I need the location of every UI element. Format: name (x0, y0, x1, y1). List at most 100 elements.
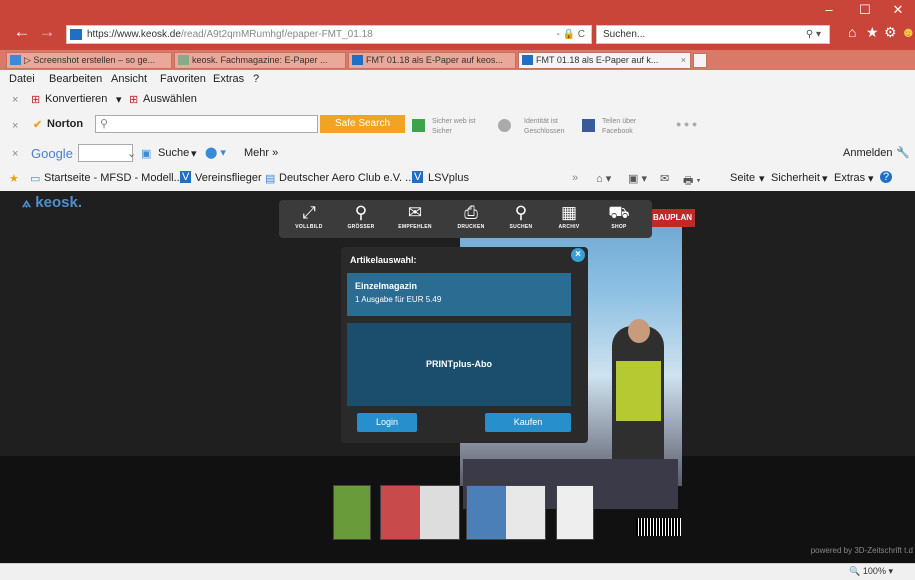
select-icon: ⊞ (129, 94, 139, 106)
thumbnail-page[interactable] (556, 485, 594, 540)
more-dots-icon[interactable]: ● ● ● (676, 119, 697, 129)
zoom-value: 100% (862, 566, 886, 576)
google-search-input[interactable] (78, 144, 133, 162)
tab-favicon-icon (522, 55, 533, 65)
magazine-banner: BAUPLAN (650, 209, 695, 227)
close-toolbar-icon[interactable]: × (12, 148, 18, 160)
chevron-down-icon[interactable]: ▾ (759, 172, 765, 185)
minimize-icon[interactable]: ‒ (814, 2, 844, 17)
menu-favoriten[interactable]: Favoriten (160, 73, 206, 85)
browser-search-input[interactable]: Suchen... ⚲ ▾ (596, 25, 830, 44)
menu-datei[interactable]: Datei (9, 73, 35, 85)
search-icon: ⚲ (100, 118, 109, 130)
convert-button[interactable]: Konvertieren (45, 93, 107, 105)
search-button[interactable]: ⚲ SUCHEN (501, 202, 541, 230)
keosk-toolbar: ⤢ VOLLBILD ⚲ GRÖSSER ✉ EMPFEHLEN ⎙ DRUCK… (279, 200, 652, 238)
forward-arrow-icon[interactable]: → (37, 22, 57, 42)
facebook-icon[interactable] (582, 119, 595, 132)
page-content: ⟑ keosk. BAUPLAN ⤢ VOLLBILD ⚲ GRÖSSER ✉ … (0, 191, 915, 563)
help-icon[interactable]: ? (880, 171, 893, 183)
norton-brand: Norton (47, 118, 84, 130)
tab-favicon-icon (178, 55, 189, 65)
archive-button[interactable]: ▦ ARCHIV (549, 202, 589, 230)
zoom-level[interactable]: 🔍 100% ▾ (849, 566, 893, 577)
single-issue-title: Einzelmagazin (355, 281, 418, 291)
home-icon[interactable]: ⌂ ▾ (596, 172, 611, 185)
thumbnail-page[interactable] (466, 485, 546, 540)
search-icon[interactable]: ⚲ ▾ (806, 26, 821, 43)
chevron-down-icon[interactable]: ▾ (116, 93, 122, 106)
thumbnail-page[interactable] (333, 485, 371, 540)
chevron-more-icon[interactable]: » (572, 172, 578, 184)
chevron-down-icon[interactable]: ▾ (191, 147, 197, 160)
norton-check-icon: ✔ (33, 119, 43, 131)
tab-fmt-active[interactable]: FMT 01.18 als E-Paper auf k... × (518, 52, 691, 69)
identity-icon[interactable] (498, 119, 511, 132)
convert-toolbar: × ⊞ Konvertieren ▾ ⊞ Auswählen (0, 88, 915, 112)
safe-web-check-icon[interactable] (412, 119, 425, 132)
page-menu[interactable]: Seite (730, 172, 755, 184)
share-icon[interactable]: ⬤ ▾ (205, 146, 226, 159)
login-button[interactable]: Login (357, 413, 417, 432)
thumbnail-page[interactable] (380, 485, 460, 540)
modal-title: Artikelauswahl: (350, 255, 417, 265)
mail-icon[interactable]: ✉ (660, 172, 669, 185)
buy-button[interactable]: Kaufen (485, 413, 571, 432)
address-path: /read/A9t2qmMRumhgf/epaper-FMT_01.18 (180, 29, 373, 40)
single-issue-option[interactable]: Einzelmagazin 1 Ausgabe für EUR 5.49 (347, 273, 571, 316)
fullscreen-button[interactable]: ⤢ VOLLBILD (289, 202, 329, 230)
fav-aero-club[interactable]: Deutscher Aero Club e.V. ... (279, 172, 414, 184)
purchase-modal: Artikelauswahl: × Einzelmagazin 1 Ausgab… (341, 247, 588, 443)
address-bar[interactable]: https://www.keosk.de/read/A9t2qmMRumhgf/… (66, 25, 592, 44)
fav-lsvplus[interactable]: LSVplus (428, 172, 469, 184)
keosk-logo[interactable]: ⟑ keosk. (22, 194, 82, 211)
more-button[interactable]: Mehr » (244, 147, 278, 159)
select-button[interactable]: Auswählen (143, 93, 197, 105)
norton-search-input[interactable]: ⚲ (95, 115, 318, 133)
close-toolbar-icon[interactable]: × (12, 94, 18, 106)
feed-icon[interactable]: ▣ ▾ (628, 172, 647, 185)
close-toolbar-icon[interactable]: × (12, 120, 18, 132)
favorites-star-icon[interactable]: ★ (866, 24, 879, 41)
tab-fmt-keosk[interactable]: FMT 01.18 als E-Paper auf keos... (348, 52, 516, 69)
extras-menu[interactable]: Extras (834, 172, 865, 184)
print-button[interactable]: ⎙ DRUCKEN (451, 202, 491, 230)
menu-ansicht[interactable]: Ansicht (111, 73, 147, 85)
chevron-down-icon[interactable]: ⌄ (127, 147, 136, 160)
security-menu[interactable]: Sicherheit (771, 172, 820, 184)
close-window-icon[interactable]: ✕ (883, 2, 913, 18)
shop-button[interactable]: ⛟ SHOP (599, 202, 639, 230)
close-icon[interactable]: × (571, 248, 585, 262)
home-icon[interactable]: ⌂ (848, 24, 856, 40)
menu-help[interactable]: ? (253, 73, 259, 85)
google-search-button[interactable]: Suche (158, 147, 189, 159)
close-tab-icon[interactable]: × (681, 53, 686, 68)
wrench-icon[interactable]: 🔧 (896, 146, 910, 159)
zoom-button[interactable]: ⚲ GRÖSSER (341, 202, 381, 230)
new-tab-button[interactable] (693, 53, 707, 68)
login-button[interactable]: Anmelden (843, 147, 893, 159)
tab-screenshot[interactable]: ▷ Screenshot erstellen – so ge... (6, 52, 172, 69)
tab-label: FMT 01.18 als E-Paper auf k... (536, 55, 659, 65)
maximize-icon[interactable]: ☐ (850, 2, 880, 18)
google-search-icon: ▣ (141, 148, 152, 160)
safe-search-button[interactable]: Safe Search (320, 115, 405, 133)
pdf-icon: ⊞ (31, 94, 41, 106)
fav-vereinsflieger[interactable]: Vereinsflieger (195, 172, 262, 184)
address-tools[interactable]: - 🔒 C (556, 26, 585, 43)
menu-bearbeiten[interactable]: Bearbeiten (49, 73, 102, 85)
smiley-icon[interactable]: ☻ (901, 24, 915, 40)
settings-gear-icon[interactable]: ⚙ (884, 24, 897, 41)
fav-startseite[interactable]: Startseite - MFSD - Modell... (44, 172, 183, 184)
fullscreen-label: VOLLBILD (295, 224, 323, 230)
menu-extras[interactable]: Extras (213, 73, 244, 85)
tab-keosk-fachmagazine[interactable]: keosk. Fachmagazine: E-Paper ... (174, 52, 346, 69)
back-arrow-icon[interactable]: ← (12, 22, 32, 42)
print-icon[interactable]: 🖶 ▾ (683, 172, 701, 191)
favorites-star-icon[interactable]: ★ (9, 172, 19, 185)
chevron-down-icon[interactable]: ▾ (868, 172, 874, 185)
zoom-icon: 🔍 (849, 566, 861, 576)
printplus-abo-option[interactable]: PRINTplus-Abo (347, 323, 571, 406)
recommend-button[interactable]: ✉ EMPFEHLEN (395, 202, 435, 230)
chevron-down-icon[interactable]: ▾ (822, 172, 828, 185)
